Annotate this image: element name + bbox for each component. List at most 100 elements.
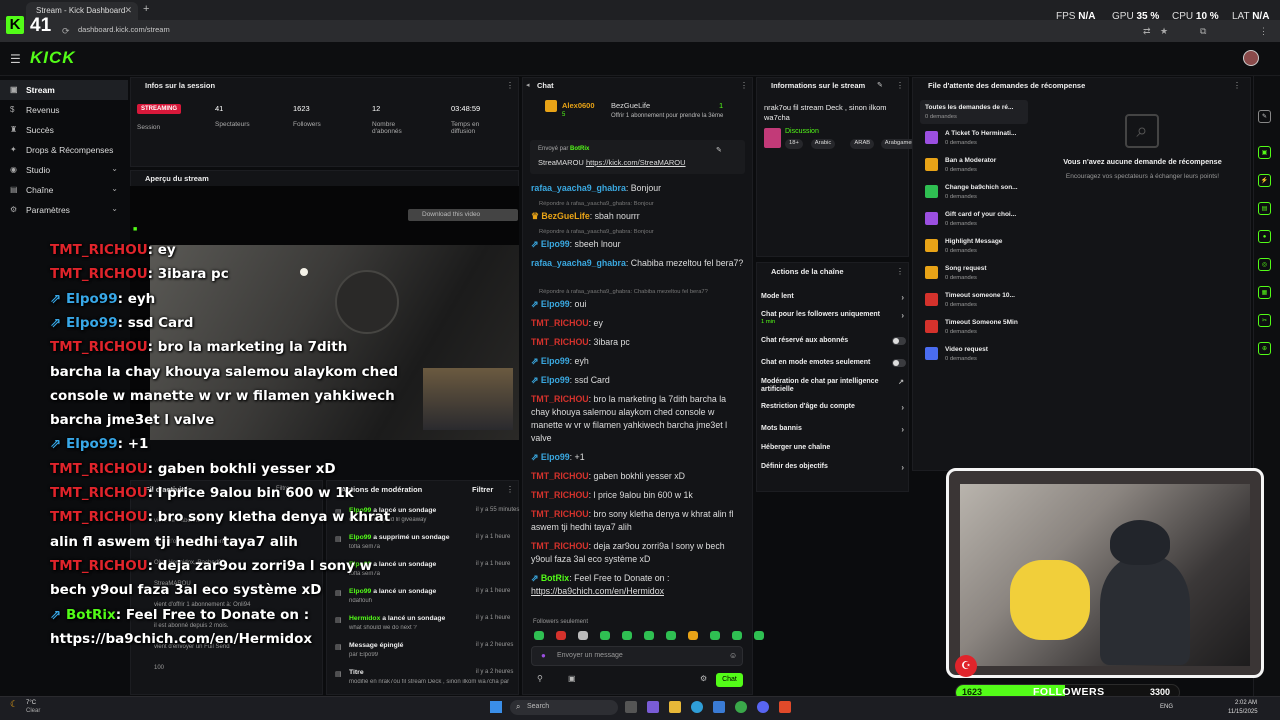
mod-user[interactable]: Elpo99 <box>349 534 371 541</box>
chat-username[interactable]: rafaa_yaacha9_ghabra <box>531 258 626 268</box>
toggle-switch[interactable] <box>892 359 906 367</box>
avatar[interactable] <box>1243 50 1259 66</box>
emote-icon[interactable] <box>732 631 742 640</box>
emote-icon[interactable] <box>666 631 676 640</box>
chat-username[interactable]: BotRix <box>541 573 569 583</box>
channel-action-8[interactable]: Définir des objectifs › <box>761 463 906 475</box>
emoji-icon[interactable]: ☺ <box>729 651 737 660</box>
clock-date[interactable]: 11/15/2025 <box>1228 709 1258 715</box>
sidebar-item-drops[interactable]: ✦ Drops & Récompenses <box>0 140 128 160</box>
reload-icon[interactable]: ⟳ <box>62 26 70 37</box>
channel-action-0[interactable]: Mode lent › <box>761 293 906 305</box>
second-gifter[interactable]: BezGueLife <box>611 101 650 110</box>
tool-icon-2[interactable]: ⚡ <box>1258 174 1271 187</box>
chat-username[interactable]: Elpo99 <box>541 239 570 249</box>
reward-item[interactable]: Change ba9chich son... 0 demandes <box>925 183 1028 205</box>
taskbar-search[interactable]: Search <box>510 700 618 715</box>
chat-username[interactable]: TMT_RICHOU <box>531 471 589 481</box>
pinned-link[interactable]: https://kick.com/StreaMAROU <box>586 158 686 167</box>
tool-icon-8[interactable]: ⊕ <box>1258 342 1271 355</box>
reward-item[interactable]: Timeout someone 10... 0 demandes <box>925 291 1028 313</box>
bookmark-icon[interactable]: ★ <box>1160 26 1168 37</box>
chrome-icon[interactable] <box>735 701 747 713</box>
reward-item[interactable]: Gift card of your choi... 0 demandes <box>925 210 1028 232</box>
reward-item[interactable]: Timeout Someone 5Min 0 demandes <box>925 318 1028 340</box>
chat-username[interactable]: Elpo99 <box>541 356 570 366</box>
discord-icon[interactable] <box>757 701 769 713</box>
chat-username[interactable]: Elpo99 <box>541 452 570 462</box>
tag-18plus[interactable]: 18+ <box>785 139 803 149</box>
chat-username[interactable]: TMT_RICHOU <box>531 490 589 500</box>
url-field[interactable]: dashboard.kick.com/stream <box>78 25 170 34</box>
top-gifter[interactable]: Alex0600 <box>562 101 595 110</box>
mod-user[interactable]: Hermidox <box>349 615 380 622</box>
edit-layout-icon[interactable]: ✎ <box>1258 110 1271 123</box>
chat-settings-icon[interactable]: ⚙ <box>700 674 707 683</box>
pin-icon[interactable]: ✎ <box>716 146 722 154</box>
windows-start-icon[interactable] <box>490 701 502 713</box>
clock-time[interactable]: 2:02 AM <box>1235 700 1257 706</box>
hamburger-menu-icon[interactable]: ☰ <box>10 52 21 66</box>
chat-gift-icon[interactable]: ▣ <box>568 674 576 683</box>
emote-icon[interactable] <box>644 631 654 640</box>
channel-action-7[interactable]: Héberger une chaîne <box>761 444 906 456</box>
app-icon-2[interactable] <box>713 701 725 713</box>
edge-icon[interactable] <box>691 701 703 713</box>
emote-icon[interactable] <box>754 631 764 640</box>
sidebar-item-studio[interactable]: ◉ Studio ⌄ <box>0 160 128 180</box>
taskview-icon[interactable] <box>625 701 637 713</box>
tool-icon-4[interactable]: ● <box>1258 230 1271 243</box>
channel-action-3[interactable]: Chat en mode emotes seulement <box>761 359 906 371</box>
tool-icon-7[interactable]: ✂ <box>1258 314 1271 327</box>
reward-item[interactable]: A Ticket To Herminati... 0 demandes <box>925 129 1028 151</box>
chat-send-button[interactable]: Chat <box>716 673 743 687</box>
tag-arab[interactable]: ARAB <box>850 139 875 149</box>
chat-username[interactable]: TMT_RICHOU <box>531 541 589 551</box>
emote-icon[interactable] <box>688 631 698 640</box>
channel-actions-menu-icon[interactable]: ⋮ <box>896 267 904 276</box>
gift-offer[interactable]: Offrir 1 abonnement pour prendre la 3ème <box>611 113 723 119</box>
kick-logo[interactable]: KICK <box>30 48 76 68</box>
chat-username[interactable]: TMT_RICHOU <box>531 337 589 347</box>
folder-icon[interactable] <box>669 701 681 713</box>
chat-username[interactable]: Elpo99 <box>541 299 570 309</box>
tool-icon-1[interactable]: ▣ <box>1258 146 1271 159</box>
channel-action-6[interactable]: Mots bannis › <box>761 425 906 437</box>
emote-icon[interactable] <box>556 631 566 640</box>
reward-item[interactable]: Highlight Message 0 demandes <box>925 237 1028 259</box>
download-video-button[interactable]: Download this video <box>408 209 518 221</box>
tool-icon-3[interactable]: ▤ <box>1258 202 1271 215</box>
chat-tools-icon[interactable]: ⚲ <box>537 674 543 683</box>
chat-menu-icon[interactable]: ⋮ <box>740 81 748 90</box>
tool-icon-5[interactable]: ◎ <box>1258 258 1271 271</box>
emote-icon[interactable] <box>534 631 544 640</box>
category-name[interactable]: Discussion <box>785 128 819 135</box>
emote-icon[interactable] <box>600 631 610 640</box>
mod-user[interactable]: Elpo99 <box>349 588 371 595</box>
edit-icon[interactable]: ✎ <box>877 81 883 89</box>
chat-username[interactable]: Elpo99 <box>541 375 570 385</box>
brave-icon[interactable] <box>779 701 791 713</box>
chat-input[interactable]: Envoyer un message <box>531 646 743 666</box>
emote-icon[interactable] <box>622 631 632 640</box>
stream-info-menu-icon[interactable]: ⋮ <box>896 81 904 90</box>
reward-item[interactable]: Ban a Moderator 0 demandes <box>925 156 1028 178</box>
chat-username[interactable]: TMT_RICHOU <box>531 509 589 519</box>
channel-action-5[interactable]: Restriction d'âge du compte › <box>761 403 906 415</box>
sidebar-item-parametres[interactable]: ⚙ Paramètres ⌄ <box>0 200 128 220</box>
moderation-menu-icon[interactable]: ⋮ <box>506 485 514 494</box>
translate-icon[interactable]: ⇄ <box>1143 26 1151 37</box>
chat-link[interactable]: https://ba9chich.com/en/Hermidox <box>531 586 664 596</box>
sidebar-item-stream[interactable]: ▣ Stream <box>0 80 128 100</box>
session-menu-icon[interactable]: ⋮ <box>506 81 514 90</box>
chat-username[interactable]: TMT_RICHOU <box>531 318 589 328</box>
menu-icon[interactable]: ⋮ <box>1259 26 1268 37</box>
reward-item[interactable]: Song request 0 demandes <box>925 264 1028 286</box>
extensions-icon[interactable]: ⧉ <box>1200 26 1206 37</box>
language-indicator[interactable]: ENG <box>1160 704 1173 710</box>
sidebar-item-chaine[interactable]: ▤ Chaîne ⌄ <box>0 180 128 200</box>
sidebar-item-revenus[interactable]: $ Revenus <box>0 100 128 120</box>
chat-username[interactable]: BezGueLife <box>541 211 589 221</box>
channel-action-4[interactable]: Modération de chat par intelligence arti… <box>761 378 906 393</box>
reward-item[interactable]: Video request 0 demandes <box>925 345 1028 367</box>
